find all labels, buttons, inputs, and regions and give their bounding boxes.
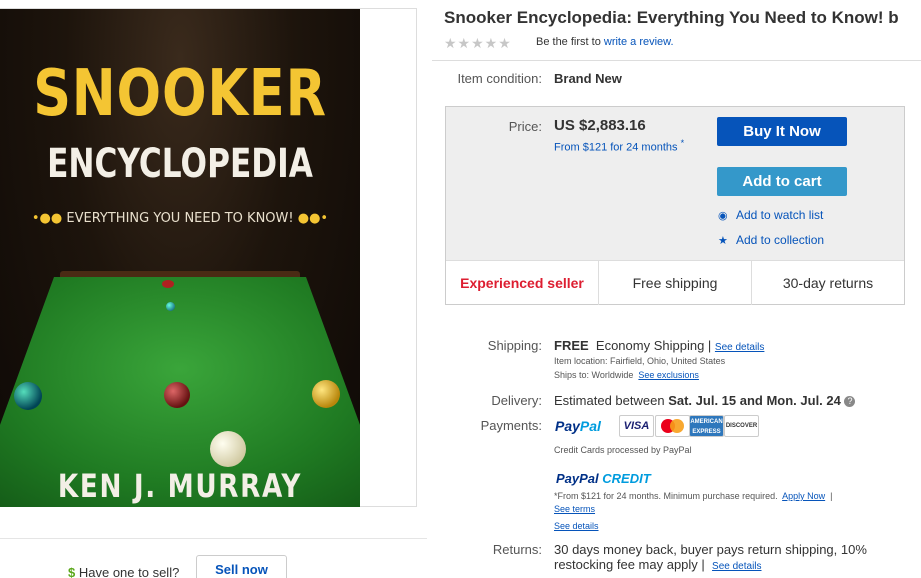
returns-see-details-link[interactable]: See details xyxy=(712,561,761,572)
returns-text-line1: 30 days money back, buyer pays return sh… xyxy=(554,542,867,557)
amex-icon: AMERICAN EXPRESS xyxy=(689,415,724,437)
credit-processed-note: Credit Cards processed by PayPal xyxy=(554,445,692,455)
see-terms-link[interactable]: See terms xyxy=(554,504,595,514)
write-review-link[interactable]: write a review. xyxy=(604,36,674,48)
returns-label: Returns: xyxy=(492,542,542,557)
discover-icon: DISCOVER xyxy=(724,415,759,437)
visa-icon: VISA xyxy=(619,415,654,437)
price-label: Price: xyxy=(508,119,542,134)
red-balls xyxy=(162,280,174,288)
green-ball xyxy=(14,382,42,410)
sell-now-button[interactable]: Sell now xyxy=(196,555,287,578)
cover-author: KEN J. MURRAY xyxy=(57,467,303,505)
condition-value: Brand New xyxy=(554,71,622,86)
divider xyxy=(432,60,921,61)
cover-title-line1: SNOOKER xyxy=(33,57,327,131)
ships-to: Ships to: Worldwide See exclusions xyxy=(554,370,699,380)
rating-stars-icon: ★★★★★ xyxy=(444,35,512,51)
paypal-logo: PayPal xyxy=(555,418,601,434)
cue-ball xyxy=(210,431,246,467)
review-prompt: Be the first to write a review. xyxy=(536,36,674,48)
mastercard-icon xyxy=(655,415,690,437)
add-to-watch-list-link[interactable]: ◉ Add to watch list xyxy=(718,208,823,222)
see-exclusions-link[interactable]: See exclusions xyxy=(638,370,699,380)
delivery-value: Estimated between Sat. Jul. 15 and Mon. … xyxy=(554,393,856,408)
seller-badges: Experienced seller Free shipping 30-day … xyxy=(446,260,904,305)
add-to-cart-button[interactable]: Add to cart xyxy=(717,167,847,196)
product-image-frame[interactable]: SNOOKER ENCYCLOPEDIA •●● EVERYTHING YOU … xyxy=(0,8,417,507)
cover-tagline: •●● EVERYTHING YOU NEED TO KNOW! ●●• xyxy=(31,211,329,226)
delivery-label: Delivery: xyxy=(491,393,542,408)
apply-now-link[interactable]: Apply Now xyxy=(782,491,825,501)
shipping-label: Shipping: xyxy=(487,338,542,353)
brown-ball xyxy=(164,382,190,408)
shipping-value: FREE Economy Shipping | See details xyxy=(554,338,765,353)
paypal-credit-logo: PayPal CREDIT xyxy=(556,471,651,486)
sell-row: $ Have one to sell? Sell now xyxy=(0,538,427,578)
shipping-see-details-link[interactable]: See details xyxy=(715,342,764,353)
condition-label: Item condition: xyxy=(457,71,542,86)
buy-it-now-button[interactable]: Buy It Now xyxy=(717,117,847,146)
credit-terms: *From $121 for 24 months. Minimum purcha… xyxy=(554,491,833,501)
credit-see-details-link[interactable]: See details xyxy=(554,521,599,531)
add-to-collection-link[interactable]: ★ Add to collection xyxy=(718,233,824,247)
item-location: Item location: Fairfield, Ohio, United S… xyxy=(554,356,726,366)
info-icon[interactable]: ? xyxy=(844,396,856,408)
dollar-icon: $ xyxy=(68,565,76,578)
product-title: Snooker Encyclopedia: Everything You Nee… xyxy=(444,8,899,27)
cover-title-line2: ENCYCLOPEDIA xyxy=(47,141,313,187)
badge-experienced-seller: Experienced seller xyxy=(460,275,584,291)
sell-question: $ Have one to sell? xyxy=(68,565,180,578)
returns-text-line2: restocking fee may apply | See details xyxy=(554,557,762,572)
yellow-ball xyxy=(312,380,340,408)
black-ball xyxy=(166,302,175,311)
book-cover-image[interactable]: SNOOKER ENCYCLOPEDIA •●● EVERYTHING YOU … xyxy=(0,9,360,507)
price-value: US $2,883.16 xyxy=(554,117,646,134)
star-icon: ★ xyxy=(718,235,728,247)
badge-free-shipping: Free shipping xyxy=(632,275,718,291)
payments-label: Payments: xyxy=(480,418,542,433)
finance-link[interactable]: From $121 for 24 months * xyxy=(554,138,684,154)
eye-icon: ◉ xyxy=(718,210,728,222)
badge-returns: 30-day returns xyxy=(782,275,874,291)
